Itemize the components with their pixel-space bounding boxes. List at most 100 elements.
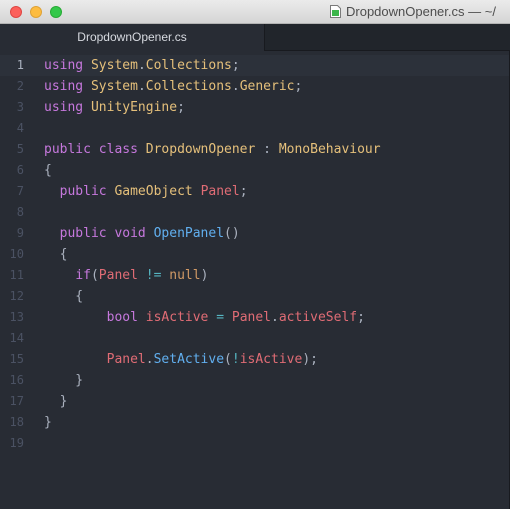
punctuation-token: ; [231, 58, 240, 73]
code-line[interactable]: public class DropdownOpener : MonoBehavi… [44, 139, 381, 160]
code-line[interactable]: { [44, 160, 52, 181]
line-number: 14 [9, 331, 24, 345]
punctuation-token: . [137, 58, 146, 73]
minimize-window-button[interactable] [30, 6, 42, 18]
code-line[interactable]: bool isActive = Panel.activeSelf; [44, 307, 365, 328]
line-number: 10 [9, 247, 24, 261]
punctuation-token: ); [302, 352, 318, 367]
punctuation-token [138, 310, 146, 325]
identifier-token: activeSelf [278, 310, 358, 325]
punctuation-token [44, 226, 60, 241]
identifier-token: Panel [106, 352, 146, 367]
punctuation-token: ; [294, 79, 303, 94]
tab-bar: DropdownOpener.cs [0, 24, 510, 51]
line-number: 18 [9, 415, 24, 429]
line-number-gutter[interactable]: 1 2 3 4 5 6 7 8 9 10 11 12 13 14 15 16 17 18 19 [0, 51, 35, 509]
type-token: MonoBehaviour [278, 142, 381, 157]
line-number: 9 [16, 226, 24, 240]
punctuation-token: () [224, 226, 240, 241]
type-token: Collections [145, 58, 232, 73]
punctuation-token: { [44, 247, 68, 262]
type-token: Generic [239, 79, 295, 94]
keyword-token: bool [106, 310, 138, 325]
close-window-button[interactable] [10, 6, 22, 18]
punctuation-token: ) [200, 268, 209, 283]
type-token: System [90, 58, 138, 73]
line-number: 16 [9, 373, 24, 387]
line-number: 13 [9, 310, 24, 324]
keyword-token: using [44, 79, 84, 94]
code-line[interactable]: using System.Collections; [44, 55, 240, 76]
punctuation-token: { [44, 163, 52, 178]
punctuation-token: ; [239, 184, 248, 199]
code-editor[interactable]: 1 2 3 4 5 6 7 8 9 10 11 12 13 14 15 16 17 18 19 using Syst… [0, 51, 510, 509]
punctuation-token [224, 310, 232, 325]
punctuation-token: : [255, 142, 279, 157]
punctuation-token [83, 100, 91, 115]
code-line[interactable]: { [44, 244, 68, 265]
tab-dropdownopener[interactable]: DropdownOpener.cs [0, 24, 265, 51]
code-line[interactable]: using UnityEngine; [44, 97, 185, 118]
punctuation-token: . [271, 310, 279, 325]
line-number: 2 [16, 79, 24, 93]
window-title-text: DropdownOpener.cs — ~/ [346, 4, 496, 19]
code-line[interactable]: } [44, 370, 83, 391]
code-line[interactable]: { [44, 286, 83, 307]
punctuation-token [83, 79, 91, 94]
keyword-token: public [59, 226, 107, 241]
window-title: DropdownOpener.cs — ~/ [330, 4, 496, 19]
line-number: 15 [9, 352, 24, 366]
punctuation-token [44, 352, 107, 367]
identifier-token: Panel [98, 268, 138, 283]
keyword-token: using [44, 100, 84, 115]
operator-token: ! [231, 352, 240, 367]
tab-label: DropdownOpener.cs [77, 30, 187, 44]
punctuation-token: ( [224, 352, 232, 367]
type-token: System [90, 79, 138, 94]
code-line[interactable]: } [44, 412, 52, 433]
identifier-token: Panel [231, 310, 272, 325]
line-number: 8 [16, 205, 24, 219]
operator-token: = [216, 310, 225, 325]
keyword-token: if [75, 268, 91, 283]
code-line[interactable]: public void OpenPanel() [44, 223, 240, 244]
punctuation-token: } [44, 415, 52, 430]
code-line[interactable]: public GameObject Panel; [44, 181, 248, 202]
code-line[interactable]: using System.Collections.Generic; [44, 76, 302, 97]
line-number: 11 [9, 268, 24, 282]
punctuation-token [44, 268, 75, 283]
keyword-token: public [44, 142, 91, 157]
type-token: DropdownOpener [145, 142, 256, 157]
punctuation-token [138, 268, 146, 283]
keyword-token: class [98, 142, 138, 157]
punctuation-token: ( [90, 268, 99, 283]
line-number: 19 [9, 436, 24, 450]
csharp-file-icon [330, 5, 341, 18]
line-number: 6 [16, 163, 24, 177]
punctuation-token [83, 58, 91, 73]
punctuation-token [138, 142, 146, 157]
line-number: 12 [9, 289, 24, 303]
constant-token: null [169, 268, 201, 283]
line-number: 3 [16, 100, 24, 114]
code-line[interactable]: Panel.SetActive(!isActive); [44, 349, 318, 370]
zoom-window-button[interactable] [50, 6, 62, 18]
keyword-token: public [59, 184, 107, 199]
punctuation-token: } [44, 394, 68, 409]
code-line[interactable]: } [44, 391, 68, 412]
punctuation-token [146, 226, 154, 241]
type-token: Collections [145, 79, 232, 94]
punctuation-token [44, 184, 60, 199]
punctuation-token: ; [357, 310, 365, 325]
line-number: 7 [16, 184, 24, 198]
punctuation-token: . [145, 352, 154, 367]
punctuation-token: . [231, 79, 240, 94]
type-token: GameObject [114, 184, 193, 199]
function-token: OpenPanel [153, 226, 225, 241]
punctuation-token [91, 142, 99, 157]
line-number: 1 [16, 58, 24, 72]
keyword-token: using [44, 58, 84, 73]
identifier-token: isActive [145, 310, 209, 325]
punctuation-token: { [44, 289, 84, 304]
code-line[interactable]: if(Panel != null) [44, 265, 208, 286]
